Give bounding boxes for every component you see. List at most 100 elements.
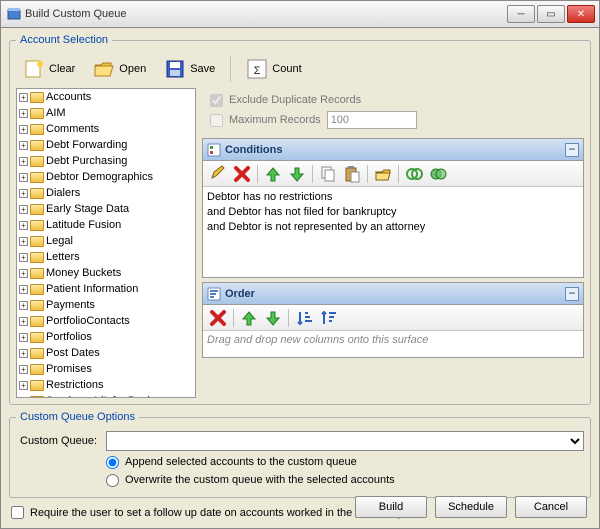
tree-item[interactable]: +Accounts [17,89,195,105]
link-and-button[interactable] [403,163,425,185]
expand-icon[interactable]: + [19,93,28,102]
open-button[interactable]: Open [86,54,153,84]
expand-icon[interactable]: + [19,141,28,150]
expand-icon[interactable]: + [19,333,28,342]
condition-line[interactable]: and Debtor has not filed for bankruptcy [207,205,579,220]
order-delete-button[interactable] [207,307,229,329]
clear-button[interactable]: Clear [16,54,82,84]
tree-item[interactable]: + Money Buckets [17,265,195,281]
order-toolbar [203,305,583,331]
close-button[interactable]: ✕ [567,5,595,23]
max-records-checkbox[interactable] [210,114,223,127]
expand-icon[interactable]: + [19,317,28,326]
order-down-button[interactable] [262,307,284,329]
tree-item[interactable]: +Legal [17,233,195,249]
build-button[interactable]: Build [355,496,427,518]
folder-icon [30,172,44,183]
tree-item-label: Early Stage Data [46,203,129,215]
expand-icon[interactable]: + [19,189,28,198]
expand-icon[interactable]: + [19,125,28,134]
overwrite-radio[interactable] [106,474,119,487]
folder-icon [30,252,44,263]
folder-icon [30,380,44,391]
condition-line[interactable]: Debtor has no restrictions [207,190,579,205]
maximize-button[interactable]: ▭ [537,5,565,23]
custom-queue-select[interactable] [106,431,584,451]
tree-item-label: AIM [46,107,66,119]
expand-icon[interactable]: + [19,349,28,358]
expand-icon[interactable]: + [19,253,28,262]
move-up-button[interactable] [262,163,284,185]
move-down-button[interactable] [286,163,308,185]
expand-icon[interactable]: + [19,365,28,374]
main-toolbar: Clear Open Save Σ Count [16,52,584,88]
tree-item[interactable]: +Payments [17,297,195,313]
tree-item-label: Debt Purchasing [46,155,127,167]
toolbar-divider [230,56,231,82]
tree-item[interactable]: + Debtor Demographics [17,169,195,185]
window-title: Build Custom Queue [25,8,507,20]
link-or-button[interactable] [427,163,449,185]
expand-icon[interactable]: + [19,157,28,166]
exclude-duplicates-checkbox[interactable] [210,94,223,107]
conditions-collapse-button[interactable]: − [565,143,579,157]
condition-line[interactable]: and Debtor is not represented by an atto… [207,220,579,235]
order-up-button[interactable] [238,307,260,329]
tree-item[interactable]: +Portfolios [17,329,195,345]
schedule-button[interactable]: Schedule [435,496,507,518]
expand-icon[interactable]: + [19,285,28,294]
order-body[interactable]: Drag and drop new columns onto this surf… [203,331,583,357]
cancel-button[interactable]: Cancel [515,496,587,518]
tree-item-label: Money Buckets [46,267,121,279]
expand-icon[interactable]: + [19,397,28,399]
folder-icon [30,396,44,399]
expand-icon[interactable]: + [19,109,28,118]
tree-item-label: Promises [46,363,92,375]
tree-item[interactable]: +Letters [17,249,195,265]
tree-item-label: Debtor Demographics [46,171,153,183]
expand-icon[interactable]: + [19,205,28,214]
expand-icon[interactable]: + [19,269,28,278]
max-records-input[interactable] [327,111,417,129]
tree-item[interactable]: +Dialers [17,185,195,201]
overwrite-radio-row[interactable]: Overwrite the custom queue with the sele… [106,471,584,489]
append-radio[interactable] [106,456,119,469]
expand-icon[interactable]: + [19,221,28,230]
save-icon [164,58,186,80]
tree-item[interactable]: + AIM [17,105,195,121]
append-radio-row[interactable]: Append selected accounts to the custom q… [106,453,584,471]
tree-item[interactable]: + Debt Purchasing [17,153,195,169]
minimize-button[interactable]: ─ [507,5,535,23]
expand-icon[interactable]: + [19,301,28,310]
tree-item[interactable]: +Patient Information [17,281,195,297]
tree-item[interactable]: +PortfolioContacts [17,313,195,329]
max-records-label: Maximum Records [229,114,321,126]
tree-item[interactable]: + Promises [17,361,195,377]
order-collapse-button[interactable]: − [565,287,579,301]
folder-icon [30,204,44,215]
delete-condition-button[interactable] [231,163,253,185]
category-tree[interactable]: +Accounts+AIM+Comments+Debt Forwarding+D… [16,88,196,398]
conditions-body[interactable]: Debtor has no restrictionsand Debtor has… [203,187,583,277]
folder-icon [30,300,44,311]
tree-item[interactable]: +Debt Forwarding [17,137,195,153]
tree-item[interactable]: +Comments [17,121,195,137]
copy-button[interactable] [317,163,339,185]
group-button[interactable] [372,163,394,185]
tree-item[interactable]: +Post Dates [17,345,195,361]
sort-desc-button[interactable] [317,307,339,329]
save-button[interactable]: Save [157,54,222,84]
edit-condition-button[interactable] [207,163,229,185]
tree-item[interactable]: +Services_IdInfo_Bankruptcy [17,393,195,398]
tree-item[interactable]: +Restrictions [17,377,195,393]
conditions-toolbar [203,161,583,187]
tree-item[interactable]: + Early Stage Data [17,201,195,217]
require-followup-checkbox[interactable] [11,506,24,519]
sort-asc-button[interactable] [293,307,315,329]
count-button[interactable]: Σ Count [239,54,308,84]
expand-icon[interactable]: + [19,381,28,390]
tree-item[interactable]: +Latitude Fusion [17,217,195,233]
expand-icon[interactable]: + [19,237,28,246]
paste-button[interactable] [341,163,363,185]
expand-icon[interactable]: + [19,173,28,182]
